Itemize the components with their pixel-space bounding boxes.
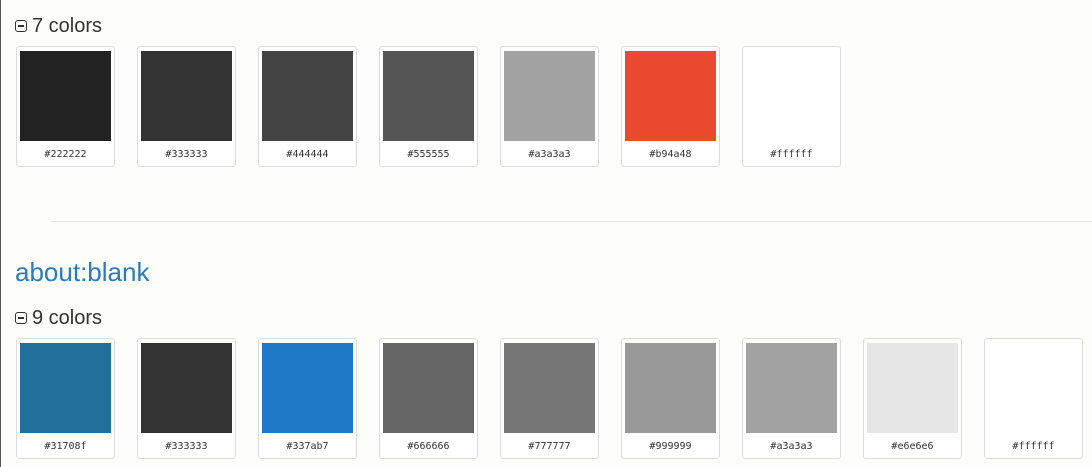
hex-label: #444444 — [286, 149, 329, 160]
hex-label: #222222 — [44, 149, 87, 160]
color-chip — [504, 51, 595, 141]
color-chip — [383, 51, 474, 141]
color-swatch[interactable]: #a3a3a3 — [500, 46, 599, 167]
hex-label: #a3a3a3 — [528, 149, 571, 160]
color-chip — [262, 51, 353, 141]
color-chip — [141, 51, 232, 141]
hex-label: #333333 — [165, 441, 208, 452]
hex-label: #555555 — [407, 149, 450, 160]
collapse-icon[interactable] — [15, 312, 27, 324]
hex-label: #b94a48 — [649, 149, 692, 160]
color-swatch[interactable]: #31708f — [16, 338, 115, 459]
group-header-2: 9 colors — [15, 307, 102, 329]
color-swatch[interactable]: #777777 — [500, 338, 599, 459]
color-swatch[interactable]: #333333 — [137, 338, 236, 459]
hex-label: #ffffff — [770, 149, 813, 160]
color-swatch[interactable]: #ffffff — [742, 46, 841, 167]
hex-label: #337ab7 — [286, 441, 329, 452]
hex-label: #666666 — [407, 441, 450, 452]
color-swatch[interactable]: #b94a48 — [621, 46, 720, 167]
divider — [51, 221, 1092, 222]
color-swatch[interactable]: #a3a3a3 — [742, 338, 841, 459]
color-chip — [867, 343, 958, 433]
color-chip — [625, 51, 716, 141]
group-header-1: 7 colors — [15, 15, 102, 37]
hex-label: #a3a3a3 — [770, 441, 813, 452]
collapse-icon[interactable] — [15, 20, 27, 32]
color-swatch[interactable]: #222222 — [16, 46, 115, 167]
color-chip — [20, 51, 111, 141]
color-swatch[interactable]: #666666 — [379, 338, 478, 459]
color-chip — [504, 343, 595, 433]
hex-label: #777777 — [528, 441, 571, 452]
hex-label: #31708f — [44, 441, 87, 452]
color-chip — [746, 343, 837, 433]
site-link[interactable]: about:blank — [15, 257, 149, 288]
color-swatch[interactable]: #ffffff — [984, 338, 1083, 459]
color-swatch[interactable]: #e6e6e6 — [863, 338, 962, 459]
hex-label: #ffffff — [1012, 441, 1055, 452]
color-chip — [988, 343, 1079, 433]
swatch-row-2: #31708f #333333 #337ab7 #666666 #777777 #9999… — [16, 338, 1083, 459]
color-chip — [262, 343, 353, 433]
color-chip — [383, 343, 474, 433]
color-swatch[interactable]: #337ab7 — [258, 338, 357, 459]
color-count-label: 7 colors — [32, 15, 103, 37]
hex-label: #e6e6e6 — [891, 441, 934, 452]
color-chip — [746, 51, 837, 141]
hex-label: #333333 — [165, 149, 208, 160]
color-swatch[interactable]: #555555 — [379, 46, 478, 167]
color-chip — [141, 343, 232, 433]
color-swatch[interactable]: #333333 — [137, 46, 236, 167]
color-count-label: 9 colors — [32, 307, 103, 329]
swatch-row-1: #222222 #333333 #444444 #555555 #a3a3a3 #b94a… — [16, 46, 841, 167]
color-swatch[interactable]: #444444 — [258, 46, 357, 167]
color-swatch[interactable]: #999999 — [621, 338, 720, 459]
color-chip — [625, 343, 716, 433]
hex-label: #999999 — [649, 441, 692, 452]
color-chip — [20, 343, 111, 433]
page: 7 colors #222222 #333333 #444444 #555555 #a3… — [0, 0, 1092, 467]
